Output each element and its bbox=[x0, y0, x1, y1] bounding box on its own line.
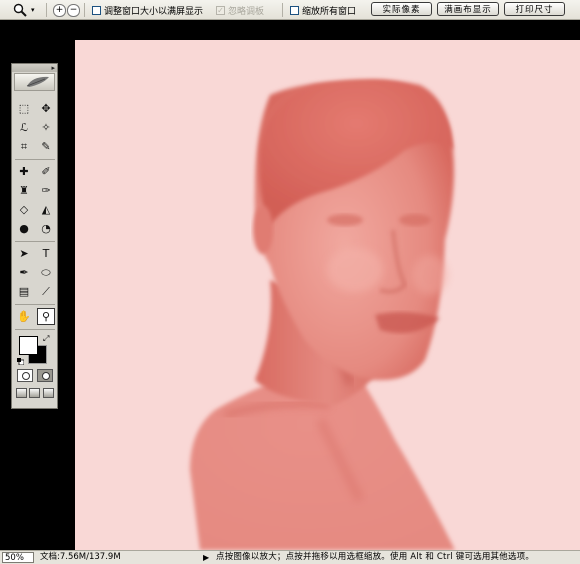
swap-colors-icon[interactable]: ⤢ bbox=[43, 334, 49, 344]
jump-to-row: ⇨ ✓ bbox=[15, 407, 55, 425]
print-size-button[interactable]: 打印尺寸 bbox=[504, 2, 565, 16]
toolbox-row: ◇ ◭ bbox=[15, 201, 55, 219]
hand-tool-icon[interactable]: ✋ bbox=[15, 308, 33, 325]
toolbox-divider bbox=[15, 241, 55, 242]
tool-hint-text: 点按图像以放大；点按并拖移以用选框缩放。使用 Alt 和 Ctrl 键可选用其他… bbox=[216, 552, 535, 562]
toolbox-row: ➤ T bbox=[15, 245, 55, 263]
zoom-in-icon: + bbox=[53, 3, 66, 17]
full-screen-mode-icon[interactable] bbox=[42, 388, 54, 398]
document-size-info: 文档:7.56M/137.9M bbox=[40, 552, 121, 562]
foreground-color-swatch[interactable] bbox=[19, 336, 38, 355]
marquee-tool-icon[interactable]: ⬚ bbox=[15, 100, 33, 117]
zoom-tool-icon[interactable]: ⚲ bbox=[37, 308, 55, 325]
tool-grid: ⬚ ✥ ℒ ✧ ⌗ ✎ ✚ ✐ ♜ ✑ ◇ ◭ ● ◔ ➤ T ✒ ⬭ ▤ ⟋ ✋ ⚲ ⤢ ⇨ ✓ bbox=[15, 100, 55, 425]
toolbox-row: ⬚ ✥ bbox=[15, 100, 55, 118]
toolbox-row: ℒ ✧ bbox=[15, 119, 55, 137]
paint-bucket-tool-icon[interactable]: ◭ bbox=[37, 201, 55, 218]
ignore-palettes-label: 忽略调板 bbox=[228, 6, 265, 17]
edit-mode-row bbox=[15, 369, 55, 385]
toolbox-row: ✋ ⚲ bbox=[15, 308, 55, 326]
eyedropper-tool-icon[interactable]: ⟋ bbox=[37, 283, 55, 300]
jump-to-imageready-icon[interactable]: ⇨ bbox=[20, 407, 29, 425]
status-bar: 50% 文档:7.56M/137.9M ▶ 点按图像以放大；点按并拖移以用选框缩… bbox=[0, 550, 580, 564]
resize-windows-checkbox[interactable]: 调整窗口大小以满屏显示 bbox=[92, 0, 203, 20]
history-brush-tool-icon[interactable]: ✑ bbox=[37, 182, 55, 199]
zoom-in-button[interactable]: + bbox=[53, 0, 66, 20]
zoom-tool-preset[interactable]: ▾ bbox=[10, 0, 35, 20]
zoom-level-field[interactable]: 50% bbox=[2, 552, 34, 563]
brush-tool-icon[interactable]: ✐ bbox=[37, 163, 55, 180]
zoom-out-icon: − bbox=[67, 3, 80, 17]
work-area: ▸ ⬚ ✥ ℒ ✧ ⌗ ✎ ✚ ✐ ♜ ✑ ◇ ◭ ● ◔ ➤ T ✒ ⬭ ▤ ⟋ ✋ ⚲ ⤢ ⇨ ✓ bbox=[0, 20, 580, 550]
default-colors-icon[interactable] bbox=[17, 358, 24, 365]
zoom-all-windows-checkbox[interactable]: 缩放所有窗口 bbox=[290, 0, 356, 20]
pen-tool-icon[interactable]: ✒ bbox=[15, 264, 33, 281]
toolbox-row: ♜ ✑ bbox=[15, 182, 55, 200]
ignore-palettes-checkbox: 忽略调板 bbox=[216, 0, 264, 20]
notes-tool-icon[interactable]: ▤ bbox=[15, 283, 33, 300]
dodge-tool-icon[interactable]: ◔ bbox=[37, 220, 55, 237]
zoom-all-windows-label: 缩放所有窗口 bbox=[302, 6, 357, 17]
path-selection-tool-icon[interactable]: ➤ bbox=[15, 245, 33, 262]
ellipse-tool-icon[interactable]: ⬭ bbox=[37, 264, 55, 281]
toolbox-row: ▤ ⟋ bbox=[15, 283, 55, 301]
blur-tool-icon[interactable]: ● bbox=[15, 220, 33, 237]
clone-stamp-tool-icon[interactable]: ♜ bbox=[15, 182, 33, 199]
feather-logo-icon[interactable] bbox=[14, 73, 55, 91]
toolbox-title-bar[interactable]: ▸ bbox=[12, 64, 57, 72]
checkbox-icon bbox=[216, 5, 225, 15]
check-mark-icon[interactable]: ✓ bbox=[40, 407, 49, 425]
full-screen-menu-mode-icon[interactable] bbox=[29, 388, 41, 398]
crop-tool-icon[interactable]: ⌗ bbox=[15, 138, 33, 155]
toolbox-row: ⌗ ✎ bbox=[15, 138, 55, 156]
toolbox-divider bbox=[15, 159, 55, 160]
slice-tool-icon[interactable]: ✎ bbox=[37, 138, 55, 155]
standard-mode-icon[interactable] bbox=[17, 369, 33, 382]
color-swatches: ⤢ bbox=[15, 333, 55, 369]
eraser-tool-icon[interactable]: ◇ bbox=[15, 201, 33, 218]
lasso-tool-icon[interactable]: ℒ bbox=[15, 119, 33, 136]
options-bar: ▾ + − 调整窗口大小以满屏显示 忽略调板 缩放所有窗口 实际像素 满画布显示… bbox=[0, 0, 580, 20]
toolbox-divider bbox=[15, 304, 55, 305]
standard-screen-mode-icon[interactable] bbox=[16, 388, 28, 398]
checkbox-icon bbox=[290, 5, 299, 15]
checkbox-icon bbox=[92, 5, 101, 15]
screen-mode-row bbox=[15, 388, 55, 404]
collapse-icon[interactable]: ▸ bbox=[51, 64, 55, 72]
document-canvas[interactable] bbox=[75, 40, 580, 550]
quick-mask-mode-icon[interactable] bbox=[37, 369, 53, 382]
actual-pixels-button[interactable]: 实际像素 bbox=[371, 2, 432, 16]
healing-brush-tool-icon[interactable]: ✚ bbox=[15, 163, 33, 180]
magic-wand-tool-icon[interactable]: ✧ bbox=[37, 119, 55, 136]
portrait-image bbox=[190, 80, 455, 550]
toolbox-row: ● ◔ bbox=[15, 220, 55, 238]
resize-windows-label: 调整窗口大小以满屏显示 bbox=[104, 6, 204, 17]
toolbox-palette[interactable]: ▸ ⬚ ✥ ℒ ✧ ⌗ ✎ ✚ ✐ ♜ ✑ ◇ ◭ ● ◔ ➤ T ✒ ⬭ ▤ ⟋ ✋ ⚲ ⤢ ⇨ ✓ bbox=[11, 63, 58, 420]
zoom-tool-icon bbox=[10, 1, 30, 19]
toolbox-row: ✒ ⬭ bbox=[15, 264, 55, 282]
fit-screen-button[interactable]: 满画布显示 bbox=[437, 2, 499, 16]
chevron-down-icon: ▾ bbox=[31, 6, 35, 14]
move-tool-icon[interactable]: ✥ bbox=[37, 100, 55, 117]
toolbox-row: ✚ ✐ bbox=[15, 163, 55, 181]
type-tool-icon[interactable]: T bbox=[37, 245, 55, 262]
status-menu-arrow-icon[interactable]: ▶ bbox=[203, 551, 209, 564]
toolbox-divider bbox=[15, 329, 55, 330]
zoom-out-button[interactable]: − bbox=[67, 0, 80, 20]
